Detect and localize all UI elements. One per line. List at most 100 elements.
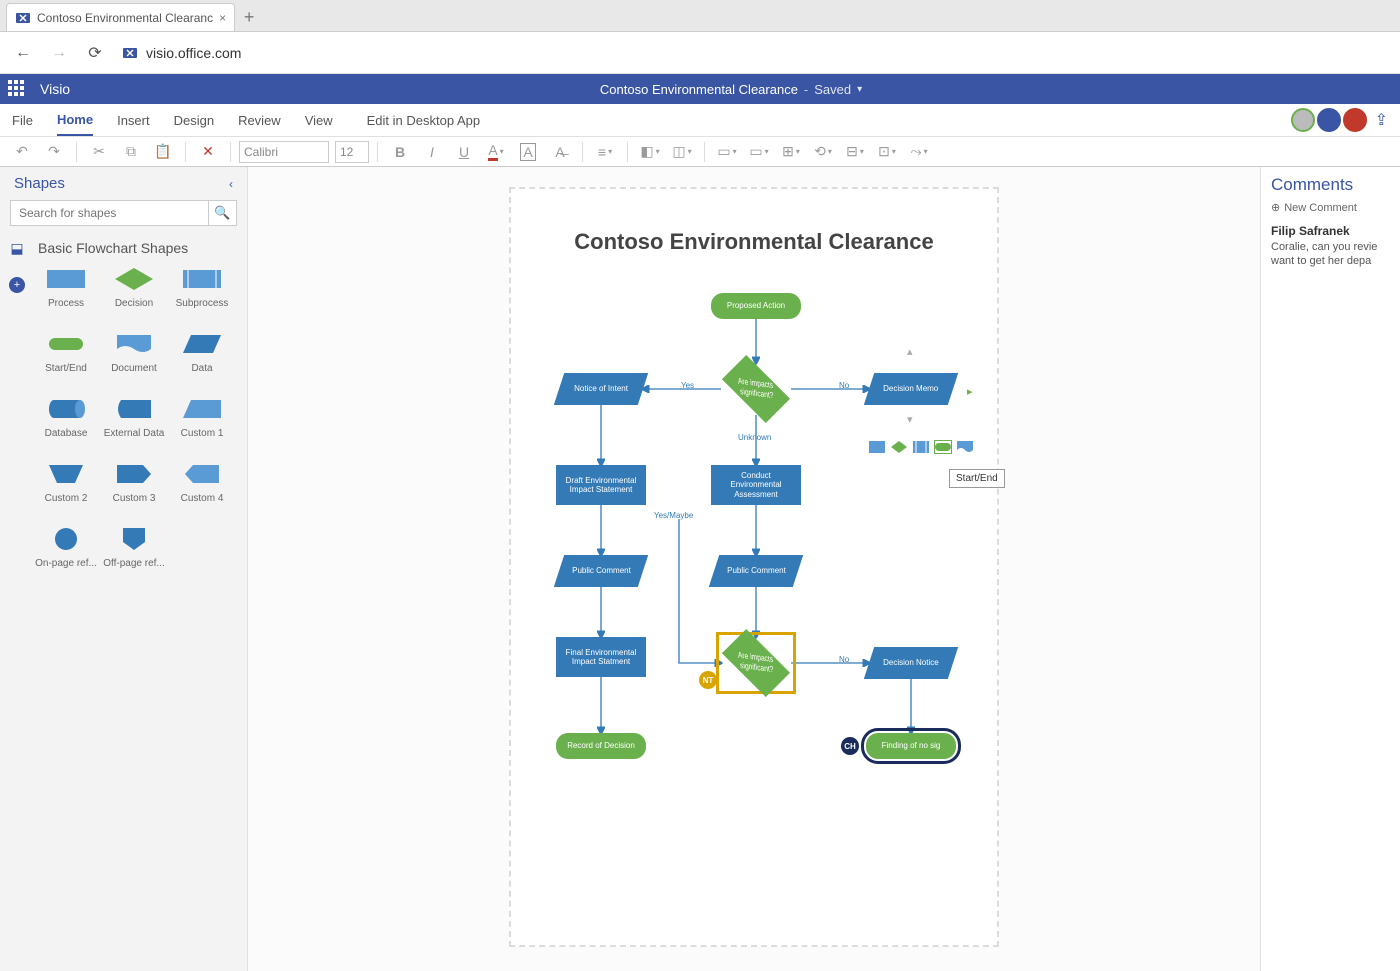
tab-design[interactable]: Design: [174, 104, 214, 136]
shape-data[interactable]: Data: [170, 331, 234, 374]
collapse-panel-button[interactable]: ‹: [229, 177, 233, 191]
shape-offpage-ref[interactable]: Off-page ref...: [102, 526, 166, 569]
shape-document[interactable]: Document: [102, 331, 166, 374]
tab-view[interactable]: View: [305, 104, 333, 136]
shape-custom4[interactable]: Custom 4: [170, 461, 234, 504]
node-impacts-significant-2[interactable]: Are impacts significant?: [721, 637, 791, 689]
italic-button[interactable]: I: [418, 140, 446, 164]
autoconnect-up-icon[interactable]: ▴: [907, 345, 913, 358]
shape-fill-button[interactable]: ◧▾: [636, 140, 664, 164]
connector-button[interactable]: ⤳▾: [905, 140, 933, 164]
chevron-down-icon[interactable]: ▾: [857, 84, 862, 95]
node-record-of-decision[interactable]: Record of Decision: [556, 733, 646, 759]
font-size-select[interactable]: [335, 141, 369, 163]
send-backward-button[interactable]: ▭▾: [745, 140, 773, 164]
node-decision-memo[interactable]: Decision Memo: [864, 373, 958, 405]
back-button[interactable]: ←: [14, 44, 32, 62]
tab-review[interactable]: Review: [238, 104, 281, 136]
node-draft-eis[interactable]: Draft Environmental Impact Statement: [556, 465, 646, 505]
font-name-select[interactable]: [239, 141, 329, 163]
shape-custom1[interactable]: Custom 1: [170, 396, 234, 439]
stencil-icon[interactable]: ⬓: [10, 240, 23, 257]
node-notice-of-intent[interactable]: Notice of Intent: [554, 373, 648, 405]
app-name: Visio: [40, 81, 70, 97]
shape-gallery: Process Decision Subprocess Start/End Do…: [34, 266, 247, 569]
tab-file[interactable]: File: [12, 104, 33, 136]
refresh-button[interactable]: ⟳: [86, 43, 104, 63]
canvas-area[interactable]: Contoso Environmental Clearance: [248, 167, 1260, 971]
highlight-button[interactable]: A: [514, 140, 542, 164]
avatar[interactable]: [1317, 108, 1341, 132]
avatar[interactable]: [1291, 108, 1315, 132]
search-icon[interactable]: 🔍: [209, 200, 237, 226]
paste-button[interactable]: 📋: [149, 140, 177, 164]
edit-desktop-button[interactable]: Edit in Desktop App: [367, 104, 480, 136]
close-icon[interactable]: ×: [219, 11, 226, 25]
node-proposed-action[interactable]: Proposed Action: [711, 293, 801, 319]
avatar[interactable]: [1343, 108, 1367, 132]
clear-format-button[interactable]: A̶: [546, 140, 574, 164]
align-button[interactable]: ≡▾: [591, 140, 619, 164]
connector-label-yes: Yes: [681, 381, 694, 390]
visio-icon: [15, 10, 31, 26]
browser-tab-active[interactable]: Contoso Environmental Clearanc ×: [6, 3, 235, 31]
document-title[interactable]: Contoso Environmental Clearance: [600, 82, 798, 97]
redo-button[interactable]: ↷: [40, 140, 68, 164]
undo-button[interactable]: ↶: [8, 140, 36, 164]
font-color-button[interactable]: A▾: [482, 140, 510, 164]
ribbon-tab-row: File Home Insert Design Review View Edit…: [0, 104, 1400, 137]
share-icon[interactable]: ⇪: [1375, 110, 1388, 130]
shapes-panel-title: Shapes: [14, 175, 65, 192]
bold-button[interactable]: B: [386, 140, 414, 164]
coauthor-badge-ch: CH: [841, 737, 859, 755]
shape-database[interactable]: Database: [34, 396, 98, 439]
visio-icon: [122, 45, 138, 61]
shape-search-input[interactable]: [10, 200, 209, 226]
shape-process[interactable]: Process: [34, 266, 98, 309]
shape-custom3[interactable]: Custom 3: [102, 461, 166, 504]
node-finding-no-sig[interactable]: Finding of no sig: [866, 733, 956, 759]
comment-item[interactable]: Filip Safranek Coralie, can you revie wa…: [1271, 224, 1390, 269]
node-final-eis[interactable]: Final Environmental Impact Statment: [556, 637, 646, 677]
node-decision-notice[interactable]: Decision Notice: [864, 647, 958, 679]
node-public-comment-2[interactable]: Public Comment: [709, 555, 803, 587]
autoconnect-down-icon[interactable]: ▾: [907, 413, 913, 426]
bring-forward-button[interactable]: ▭▾: [713, 140, 741, 164]
app-launcher-icon[interactable]: [8, 80, 26, 98]
shape-external-data[interactable]: External Data: [102, 396, 166, 439]
autoconnect-right-icon[interactable]: ▸: [967, 385, 973, 398]
cut-button[interactable]: ✂: [85, 140, 113, 164]
copy-button[interactable]: ⧉: [117, 140, 145, 164]
drawing-page[interactable]: Contoso Environmental Clearance: [509, 187, 999, 947]
shape-decision[interactable]: Decision: [102, 266, 166, 309]
shape-outline-button[interactable]: ◫▾: [668, 140, 696, 164]
comments-panel: Comments ⊕ New Comment Filip Safranek Co…: [1260, 167, 1400, 971]
tab-home[interactable]: Home: [57, 104, 93, 136]
node-conduct-ea[interactable]: Conduct Environmental Assessment: [711, 465, 801, 505]
node-public-comment-1[interactable]: Public Comment: [554, 555, 648, 587]
delete-button[interactable]: ✕: [194, 140, 222, 164]
shape-onpage-ref[interactable]: On-page ref...: [34, 526, 98, 569]
group-button[interactable]: ⊞▾: [777, 140, 805, 164]
underline-button[interactable]: U: [450, 140, 478, 164]
address-bar[interactable]: visio.office.com: [122, 45, 1386, 61]
comments-title: Comments: [1271, 175, 1390, 195]
quick-shapes-bar[interactable]: [869, 441, 973, 453]
shape-terminator[interactable]: Start/End: [34, 331, 98, 374]
tab-insert[interactable]: Insert: [117, 104, 150, 136]
rotate-button[interactable]: ⟲▾: [809, 140, 837, 164]
position-button[interactable]: ⊡▾: [873, 140, 901, 164]
new-comment-button[interactable]: ⊕ New Comment: [1271, 201, 1390, 214]
new-tab-button[interactable]: +: [235, 3, 263, 31]
url-text: visio.office.com: [146, 45, 241, 61]
shape-custom2[interactable]: Custom 2: [34, 461, 98, 504]
node-impacts-significant-1[interactable]: Are impacts significant?: [721, 363, 791, 415]
connector-label-yesmaybe: Yes/Maybe: [654, 511, 693, 520]
coauthor-badge-nt: NT: [699, 671, 717, 689]
comment-text: Coralie, can you revie want to get her d…: [1271, 240, 1390, 269]
save-status: Saved: [814, 82, 851, 97]
shape-subprocess[interactable]: Subprocess: [170, 266, 234, 309]
align-shapes-button[interactable]: ⊟▾: [841, 140, 869, 164]
add-stencil-button[interactable]: +: [9, 277, 25, 293]
connector-label-no-2: No: [839, 655, 849, 664]
